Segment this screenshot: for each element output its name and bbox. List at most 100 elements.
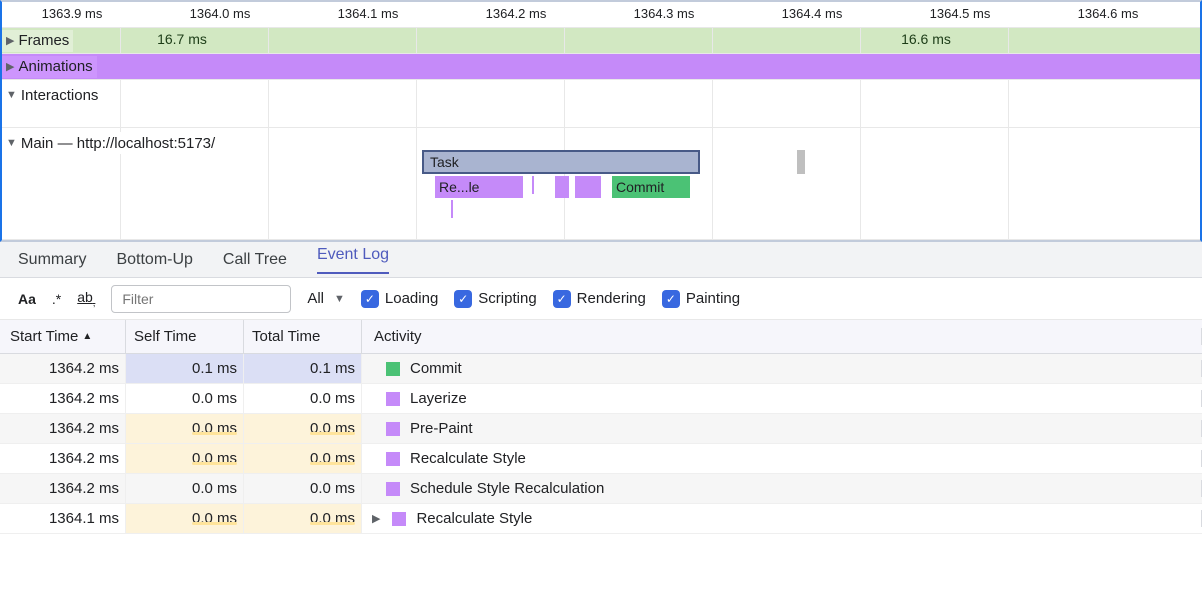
sort-asc-icon: ▲ [82,331,92,342]
cell-start-time: 1364.2 ms [0,354,126,383]
category-dropdown[interactable]: All ▼ [307,290,345,307]
rendering-color-icon [386,482,400,496]
scripting-checkbox[interactable]: ✓ Scripting [454,290,536,308]
col-self-time[interactable]: Self Time [126,320,244,353]
scripting-label: Scripting [478,290,536,307]
recalc-style-block[interactable]: Re...le [435,176,523,198]
tab-summary[interactable]: Summary [18,251,86,269]
expand-right-icon[interactable]: ▶ [372,512,380,525]
whole-word-icon[interactable]: ab, [77,289,95,308]
table-row[interactable]: 1364.1 ms0.0 ms0.0 ms▶Recalculate Style [0,504,1202,534]
check-icon: ✓ [454,290,472,308]
interactions-track[interactable]: ▼ Interactions [2,80,1200,128]
painting-label: Painting [686,290,740,307]
frames-label-text: Frames [18,32,69,49]
frames-track[interactable]: ▶ Frames 16.7 ms 16.6 ms [2,28,1200,54]
cell-self-time: 0.0 ms [126,384,244,413]
recalc-label: Re...le [439,179,479,195]
cell-total-time: 0.0 ms [244,444,362,473]
task-thin-block[interactable] [575,176,601,198]
cell-self-time: 0.1 ms [126,354,244,383]
interactions-track-label[interactable]: ▼ Interactions [2,84,102,106]
cell-total-time: 0.0 ms [244,504,362,533]
cell-activity: ▶ Recalculate Style [362,510,1202,527]
expand-down-icon: ▼ [6,89,17,101]
rendering-label: Rendering [577,290,646,307]
activity-label: Recalculate Style [416,510,532,527]
interactions-label-text: Interactions [21,87,99,104]
expand-down-icon: ▼ [6,137,17,149]
task-thin-block[interactable] [555,176,569,198]
expand-right-icon: ▶ [6,34,14,47]
table-row[interactable]: 1364.2 ms0.0 ms0.0 msLayerize [0,384,1202,414]
cell-total-time: 0.0 ms [244,384,362,413]
grid-lines [2,80,1200,127]
chevron-down-icon: ▼ [334,293,345,305]
ruler-tick: 1364.1 ms [338,6,399,21]
task-sliver[interactable] [451,200,453,218]
tab-bottomup[interactable]: Bottom-Up [116,251,192,269]
cell-activity: Layerize [362,390,1202,407]
case-sensitive-icon[interactable]: Aa [18,291,36,307]
task-label: Task [430,154,459,170]
filter-input[interactable] [111,285,291,313]
time-ruler[interactable]: 1363.9 ms 1364.0 ms 1364.1 ms 1364.2 ms … [2,2,1200,28]
tab-eventlog[interactable]: Event Log [317,246,389,274]
loading-checkbox[interactable]: ✓ Loading [361,290,438,308]
commit-block[interactable]: Commit [612,176,690,198]
painting-checkbox[interactable]: ✓ Painting [662,290,740,308]
regex-icon[interactable]: .* [52,291,61,307]
cell-activity: Commit [362,360,1202,377]
activity-label: Commit [410,360,462,377]
main-track[interactable]: ▼ Main — http://localhost:5173/ Task Re.… [2,128,1200,240]
ruler-tick: 1364.0 ms [190,6,251,21]
ruler-tick: 1364.3 ms [634,6,695,21]
col-start-time[interactable]: Start Time▲ [0,320,126,353]
col-activity[interactable]: Activity [362,328,1202,345]
cell-start-time: 1364.1 ms [0,504,126,533]
activity-label: Layerize [410,390,467,407]
ruler-tick: 1364.4 ms [782,6,843,21]
gray-task-block[interactable] [797,150,805,174]
dropdown-value: All [307,290,324,307]
loading-label: Loading [385,290,438,307]
activity-label: Recalculate Style [410,450,526,467]
rendering-color-icon [392,512,406,526]
commit-label: Commit [616,179,664,195]
animations-track-label[interactable]: ▶ Animations [2,56,97,78]
cell-activity: Schedule Style Recalculation [362,480,1202,497]
table-row[interactable]: 1364.2 ms0.1 ms0.1 msCommit [0,354,1202,384]
rendering-color-icon [386,452,400,466]
table-row[interactable]: 1364.2 ms0.0 ms0.0 msPre-Paint [0,414,1202,444]
cell-self-time: 0.0 ms [126,504,244,533]
event-log-table: Start Time▲ Self Time Total Time Activit… [0,320,1202,534]
cell-activity: Recalculate Style [362,450,1202,467]
frame-duration: 16.6 ms [901,31,951,47]
main-track-label[interactable]: ▼ Main — http://localhost:5173/ [2,132,219,154]
frames-track-label[interactable]: ▶ Frames [2,30,73,52]
cell-start-time: 1364.2 ms [0,474,126,503]
commit-color-icon [386,362,400,376]
table-header: Start Time▲ Self Time Total Time Activit… [0,320,1202,354]
table-row[interactable]: 1364.2 ms0.0 ms0.0 msSchedule Style Reca… [0,474,1202,504]
filter-bar: Aa .* ab, All ▼ ✓ Loading ✓ Scripting ✓ … [0,278,1202,320]
rendering-checkbox[interactable]: ✓ Rendering [553,290,646,308]
cell-start-time: 1364.2 ms [0,414,126,443]
table-body: 1364.2 ms0.1 ms0.1 msCommit1364.2 ms0.0 … [0,354,1202,534]
animations-track[interactable]: ▶ Animations [2,54,1200,80]
cell-total-time: 0.0 ms [244,414,362,443]
cell-start-time: 1364.2 ms [0,384,126,413]
rendering-color-icon [386,392,400,406]
task-sliver[interactable] [532,176,534,194]
col-total-time[interactable]: Total Time [244,320,362,353]
timeline-panel[interactable]: 1363.9 ms 1364.0 ms 1364.1 ms 1364.2 ms … [0,0,1202,242]
task-bar[interactable]: Task [422,150,700,174]
cell-total-time: 0.0 ms [244,474,362,503]
cell-activity: Pre-Paint [362,420,1202,437]
rendering-color-icon [386,422,400,436]
activity-label: Pre-Paint [410,420,473,437]
table-row[interactable]: 1364.2 ms0.0 ms0.0 msRecalculate Style [0,444,1202,474]
cell-self-time: 0.0 ms [126,414,244,443]
tab-calltree[interactable]: Call Tree [223,251,287,269]
ruler-tick: 1364.6 ms [1078,6,1139,21]
